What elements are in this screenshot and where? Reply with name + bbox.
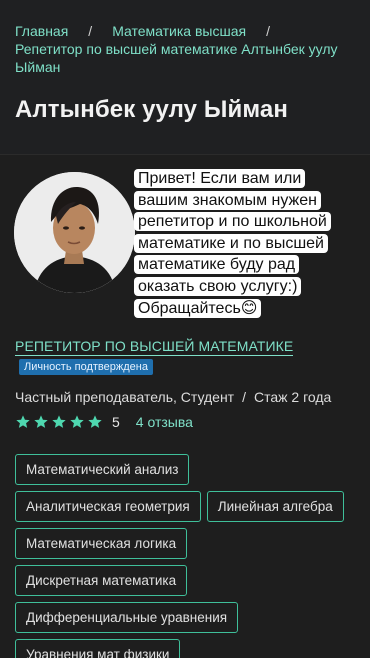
rating-score: 5 xyxy=(112,414,120,430)
tag-linear-algebra[interactable]: Линейная алгебра xyxy=(206,491,344,522)
star-rating xyxy=(15,414,103,430)
subject-tags: Математический анализ Аналитическая геом… xyxy=(15,454,360,658)
divider xyxy=(0,154,370,155)
greeting-text: Привет! Если вам или вашим знакомым нуже… xyxy=(134,168,340,319)
tutor-meta: Частный преподаватель, Студент / Стаж 2 го… xyxy=(15,389,331,405)
breadcrumb-separator: / xyxy=(88,23,93,39)
breadcrumb-separator: / xyxy=(266,23,270,39)
breadcrumb-category-link[interactable]: Математика высшая xyxy=(112,23,246,39)
experience: Стаж 2 года xyxy=(253,389,332,405)
star-icon xyxy=(34,415,48,428)
avatar xyxy=(14,172,135,293)
tag-math-physics-equations[interactable]: Уравнения мат физики xyxy=(15,639,181,658)
tag-math-analysis[interactable]: Математический анализ xyxy=(15,454,190,485)
greeting-message: Привет! Если вам или вашим знакомым нуже… xyxy=(134,169,331,318)
tutor-type: Частный преподаватель, Студент xyxy=(15,389,235,405)
role-link[interactable]: Репетитор по высшей математике xyxy=(15,338,294,356)
star-icon xyxy=(88,415,102,428)
tag-differential-equations[interactable]: Дифференциальные уравнения xyxy=(15,602,239,633)
tag-discrete-math[interactable]: Дискретная математика xyxy=(15,565,188,596)
rating: 5 4 отзыва xyxy=(15,414,193,430)
meta-separator: / xyxy=(242,389,246,405)
breadcrumb-current-link[interactable]: Репетитор по высшей математике Алтынбек … xyxy=(15,41,338,75)
page-title: Алтынбек уулу Ыйман xyxy=(15,96,288,123)
breadcrumb: Главная / Математика высшая / Репетитор по … xyxy=(15,22,356,76)
tag-math-logic[interactable]: Математическая логика xyxy=(15,528,188,559)
star-icon xyxy=(70,415,84,428)
header-section: Главная / Математика высшая / Репетитор по … xyxy=(0,0,370,154)
breadcrumb-home-link[interactable]: Главная xyxy=(15,23,68,39)
tag-analytic-geometry[interactable]: Аналитическая геометрия xyxy=(15,491,201,522)
star-icon xyxy=(16,415,30,428)
reviews-link[interactable]: 4 отзыва xyxy=(136,414,193,430)
avatar-photo xyxy=(14,172,135,293)
star-icon xyxy=(52,415,66,428)
verified-badge: Личность подтверждена xyxy=(19,359,153,375)
